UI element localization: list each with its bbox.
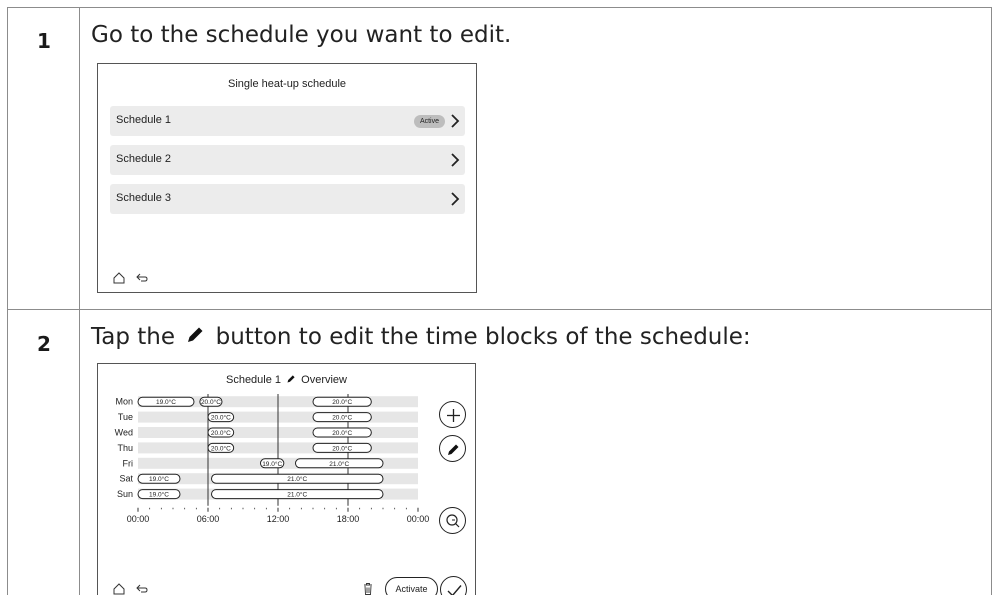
schedule-item-label: Schedule 3	[116, 192, 172, 204]
home-icon[interactable]	[112, 582, 126, 595]
time-axis-label: 18:00	[337, 514, 360, 524]
day-label: Mon	[115, 397, 133, 407]
screen-title: Single heat-up schedule	[227, 78, 347, 90]
instruction-table: 1 Go to the schedule you want to edit. S…	[7, 7, 992, 595]
confirm-button[interactable]	[440, 576, 467, 595]
block-temperature-label: 21.0°C	[287, 491, 307, 499]
chevron-right-icon	[451, 114, 460, 128]
weekly-timeline: Mon Tue Wed Thu Fri Sat Sun 19.0°C 20.0°C 20.0°C 2…	[115, 394, 430, 524]
back-icon[interactable]	[135, 272, 149, 284]
step-row-2: 2 Tap the button to edit the time blocks…	[8, 310, 991, 595]
zoom-button[interactable]	[439, 507, 466, 534]
schedule-list-screen: Single heat-up schedule Schedule 1 Activ…	[97, 63, 477, 293]
step-text: Go to the schedule you want to edit.	[91, 22, 512, 48]
day-label: Thu	[117, 443, 133, 453]
block-temperature-label: 19.0°C	[149, 475, 169, 483]
back-icon[interactable]	[135, 583, 149, 595]
block-temperature-label: 20.0°C	[332, 398, 352, 406]
time-axis-label: 00:00	[407, 514, 430, 524]
schedule-item-label: Schedule 2	[116, 153, 172, 165]
block-temperature-label: 19.0°C	[149, 491, 169, 499]
block-temperature-label: 20.0°C	[332, 444, 352, 452]
step-number: 2	[37, 332, 51, 356]
step-text-before: Tap the	[91, 324, 175, 350]
active-badge: Active	[413, 115, 445, 128]
day-label: Sat	[119, 474, 133, 484]
time-axis-label: 00:00	[127, 514, 150, 524]
pencil-icon	[188, 327, 203, 342]
zoom-icon	[446, 514, 460, 528]
step-text: Tap the button to edit the time blocks o…	[91, 324, 751, 350]
add-block-button[interactable]	[439, 401, 466, 428]
plus-icon	[447, 409, 460, 422]
block-temperature-label: 20.0°C	[211, 444, 231, 452]
activate-button[interactable]: Activate	[385, 577, 438, 595]
step-number: 1	[37, 29, 51, 53]
block-temperature-label: 20.0°C	[332, 429, 352, 437]
block-temperature-label: 19.0°C	[156, 398, 176, 406]
day-label: Fri	[123, 458, 134, 468]
edit-button[interactable]	[439, 435, 466, 462]
pencil-icon	[448, 444, 459, 455]
block-temperature-label: 20.0°C	[211, 429, 231, 437]
chevron-right-icon	[451, 192, 460, 206]
block-temperature-label: 20.0°C	[211, 414, 231, 422]
block-temperature-label: 21.0°C	[287, 475, 307, 483]
trash-icon[interactable]	[362, 582, 374, 595]
check-icon	[447, 585, 462, 595]
block-temperature-label: 21.0°C	[329, 460, 349, 468]
step-text-after: button to edit the time blocks of the sc…	[215, 324, 751, 350]
day-label: Wed	[115, 428, 133, 438]
schedule-item-1[interactable]: Schedule 1 Active	[110, 106, 465, 136]
day-label: Tue	[118, 412, 133, 422]
schedule-item-3[interactable]: Schedule 3	[110, 184, 465, 214]
day-label: Sun	[117, 489, 133, 499]
schedule-item-2[interactable]: Schedule 2	[110, 145, 465, 175]
chevron-right-icon	[451, 153, 460, 167]
step-row-1: 1 Go to the schedule you want to edit. S…	[8, 8, 991, 310]
step-number-cell: 1	[8, 8, 80, 309]
block-temperature-label: 19.0°C	[262, 460, 282, 468]
time-axis-label: 06:00	[197, 514, 220, 524]
home-icon[interactable]	[112, 271, 126, 285]
schedule-overview-screen: Schedule 1 Overview Mon Tue Wed Thu Fri Sat Su…	[97, 363, 476, 595]
step-number-cell: 2	[8, 310, 80, 595]
schedule-item-label: Schedule 1	[116, 114, 172, 126]
block-temperature-label: 20.0°C	[201, 398, 221, 406]
block-temperature-label: 20.0°C	[332, 414, 352, 422]
time-axis-label: 12:00	[267, 514, 290, 524]
